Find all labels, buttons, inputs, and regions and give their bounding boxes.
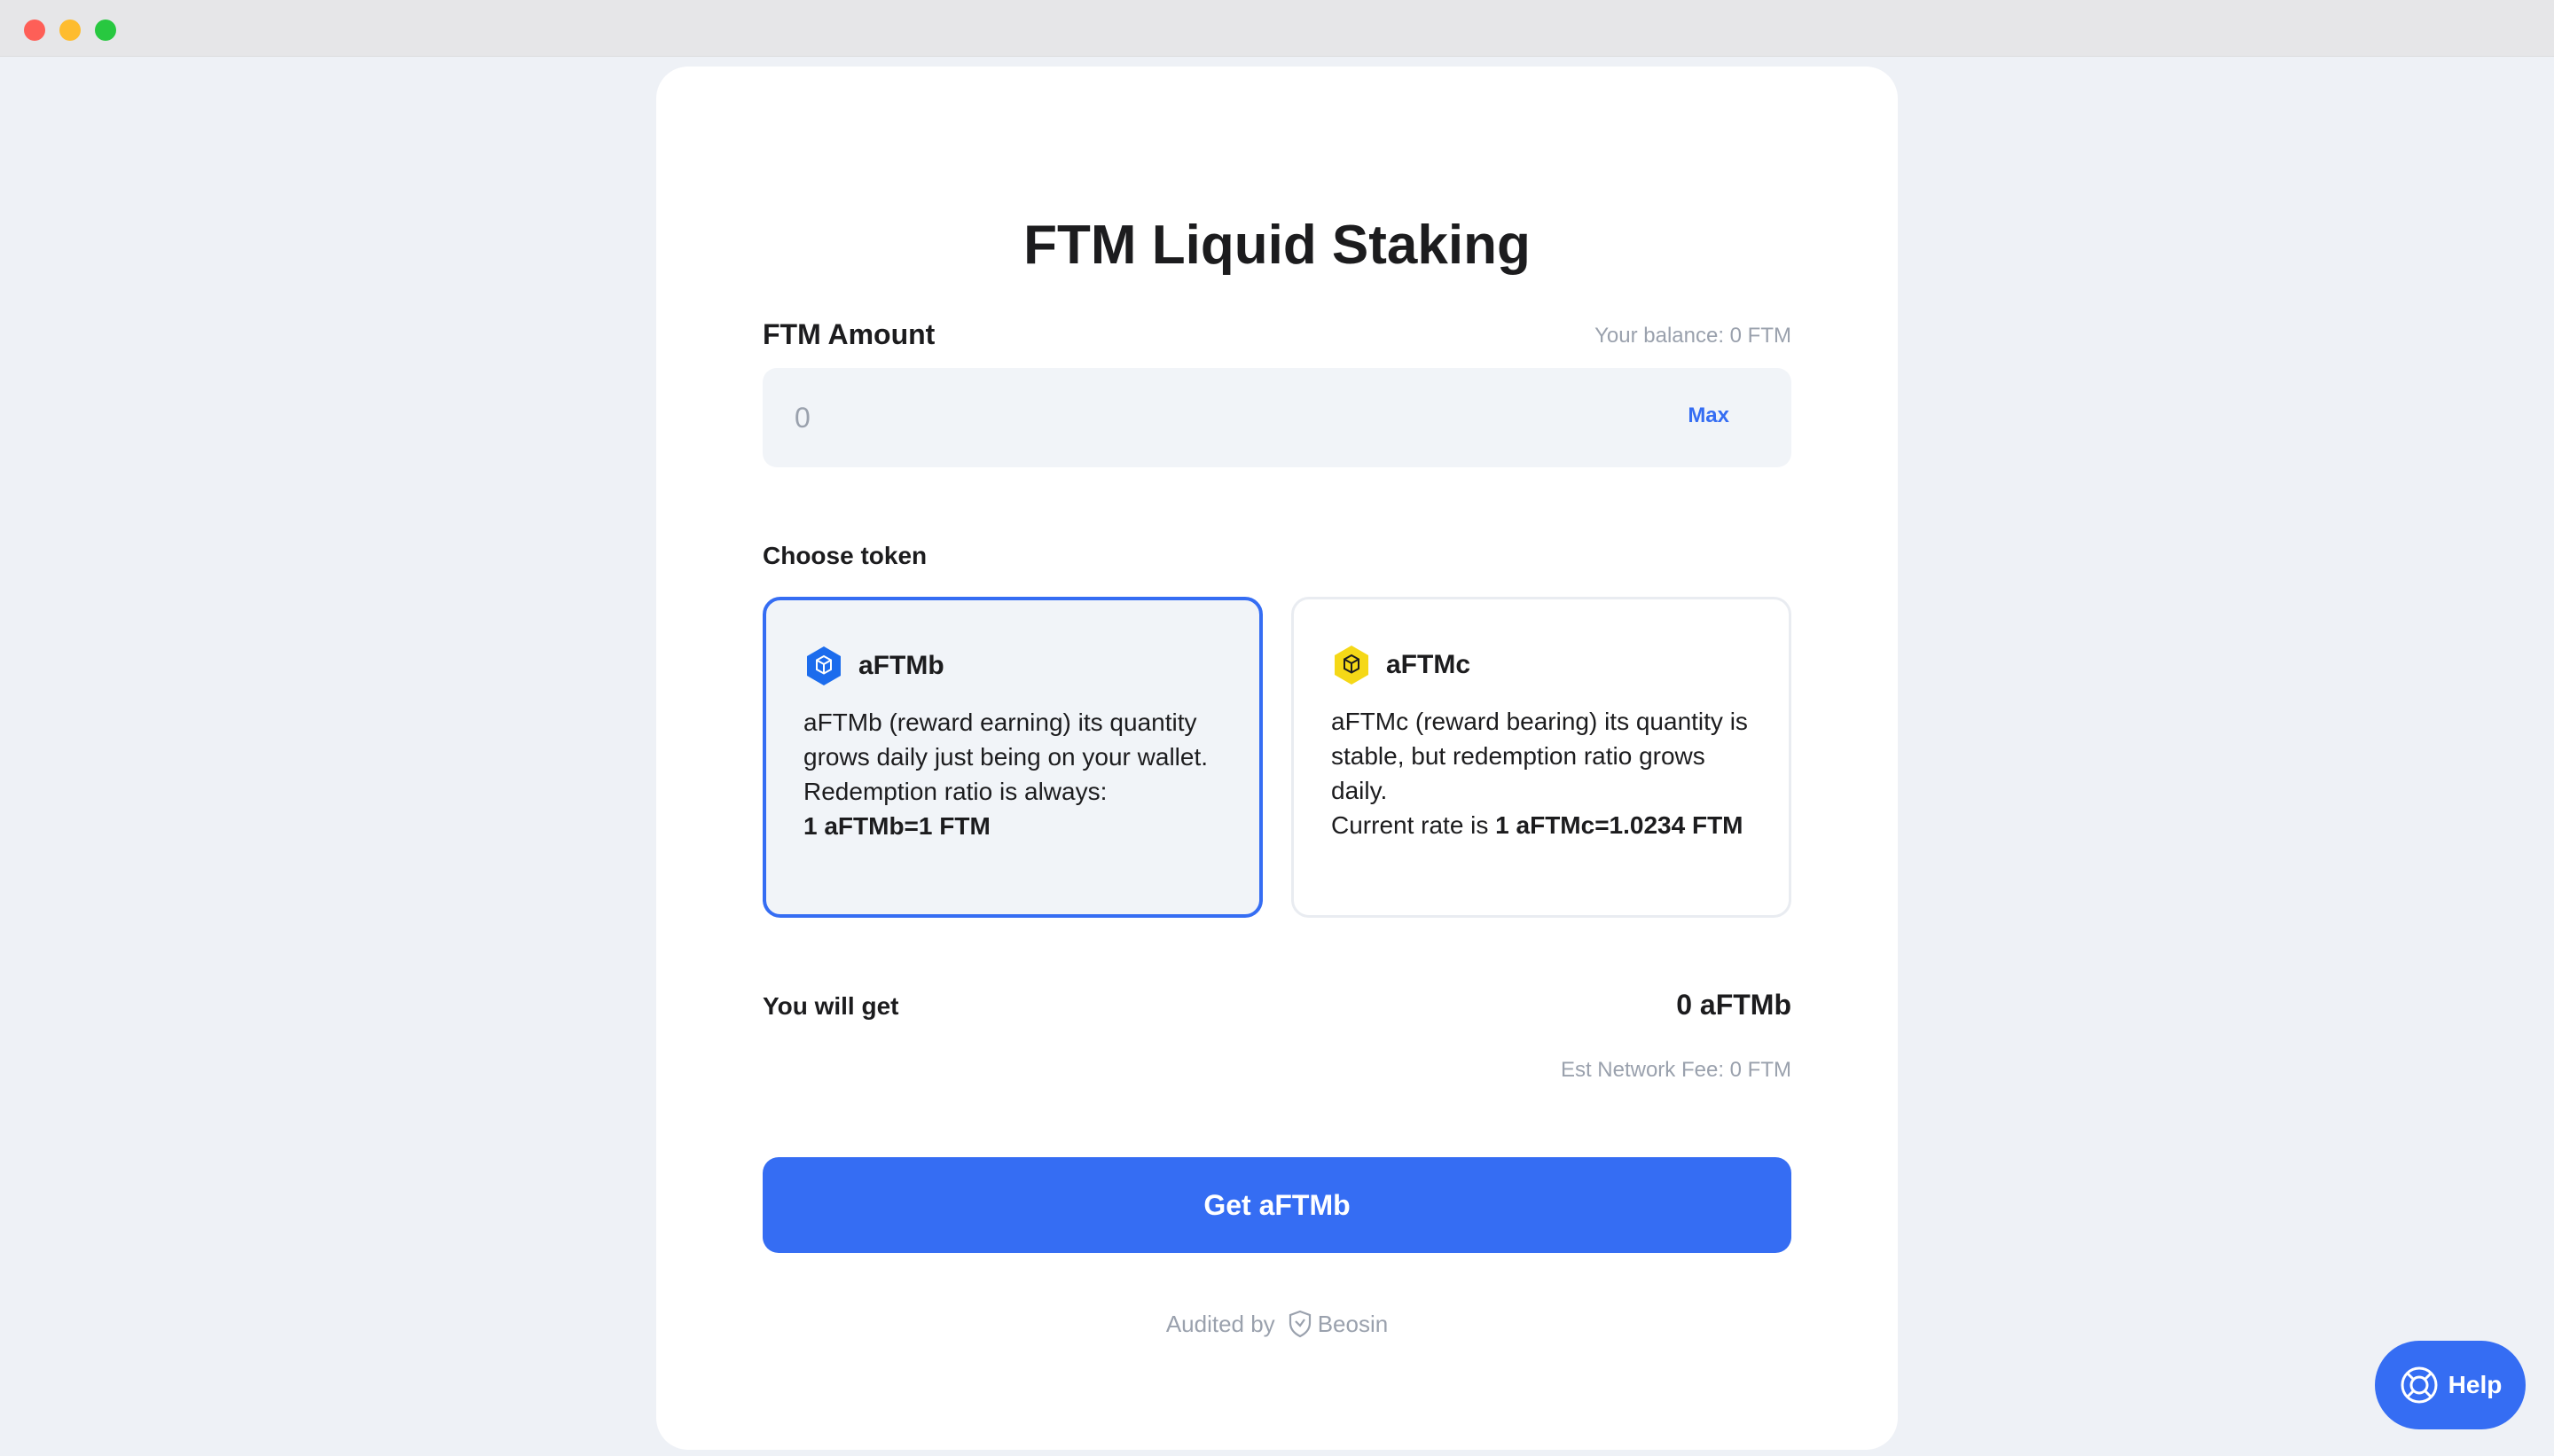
token-ratio: 1 aFTMc=1.0234 FTM <box>1495 811 1743 839</box>
token-option-aftmb[interactable]: aFTMb aFTMb (reward earning) its quantit… <box>763 597 1263 918</box>
network-fee-text: Est Network Fee: 0 FTM <box>1560 1058 1791 1082</box>
page-title: FTM Liquid Staking <box>1023 215 1531 276</box>
get-aftmb-button[interactable]: Get aFTMb <box>763 1157 1791 1253</box>
audited-by-label: Audited by <box>1165 1310 1275 1337</box>
auditor-name[interactable]: Beosin <box>1318 1311 1389 1338</box>
token-header: aFTMc <box>1331 644 1751 686</box>
amount-label: FTM Amount <box>763 318 936 350</box>
amount-input[interactable] <box>795 395 1593 441</box>
token-ratio: 1 aFTMb=1 FTM <box>803 812 991 840</box>
help-button[interactable]: Help <box>2375 1341 2526 1429</box>
amount-field: Max <box>763 368 1791 467</box>
beosin-shield-icon <box>1289 1310 1311 1338</box>
minimize-window-button[interactable] <box>59 20 81 41</box>
choose-token-label: Choose token <box>763 542 928 569</box>
token-description: aFTMb (reward earning) its quantity grow… <box>803 705 1222 843</box>
close-window-button[interactable] <box>24 20 45 41</box>
staking-card: FTM Liquid Staking FTM Amount Your balan… <box>656 67 1898 1450</box>
lifebuoy-icon <box>2401 1366 2438 1404</box>
aftmb-hexagon-icon <box>807 646 841 685</box>
you-will-get-label: You will get <box>763 992 899 1020</box>
maximize-window-button[interactable] <box>95 20 116 41</box>
token-description-text: aFTMb (reward earning) its quantity grow… <box>803 708 1209 805</box>
you-will-get-value: 0 aFTMb <box>1676 989 1791 1021</box>
aftmc-hexagon-icon <box>1335 646 1368 685</box>
token-header: aFTMb <box>803 645 1222 687</box>
max-button[interactable]: Max <box>1688 403 1729 428</box>
audit-info: Audited by Beosin <box>656 1310 1898 1338</box>
balance-text: Your balance: 0 FTM <box>1594 324 1791 348</box>
help-label: Help <box>2448 1371 2503 1398</box>
token-rate-prefix: Current rate is <box>1331 811 1496 839</box>
token-option-aftmc[interactable]: aFTMc aFTMc (reward bearing) its quantit… <box>1291 597 1791 918</box>
token-name: aFTMb <box>858 651 944 680</box>
window-titlebar <box>0 0 2554 57</box>
token-description: aFTMc (reward bearing) its quantity is s… <box>1331 704 1751 842</box>
token-name: aFTMc <box>1386 650 1471 679</box>
token-description-text: aFTMc (reward bearing) its quantity is s… <box>1331 708 1748 804</box>
